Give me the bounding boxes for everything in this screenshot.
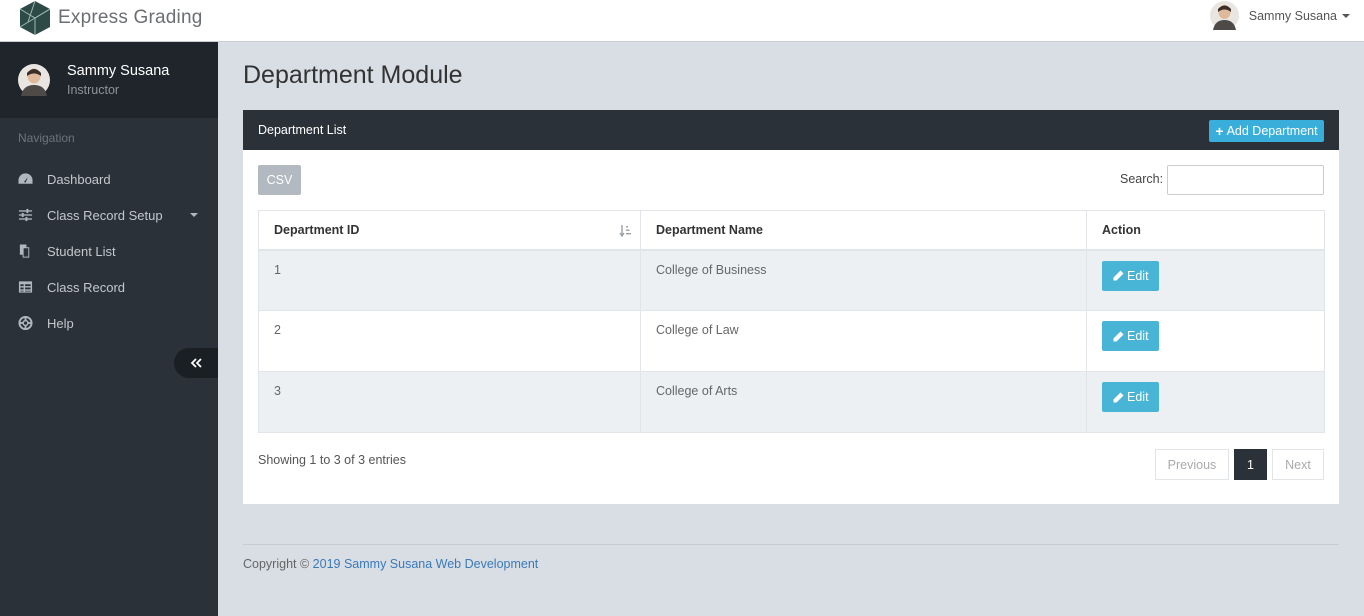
sidebar-item-dashboard[interactable]: Dashboard	[0, 161, 218, 197]
profile-role: Instructor	[67, 83, 120, 97]
copyright-text: Copyright ©	[243, 557, 310, 571]
sliders-icon	[18, 208, 33, 222]
add-department-label: Add Department	[1226, 124, 1318, 138]
department-table: Department ID Department Name Action 1 C…	[258, 210, 1325, 433]
user-avatar	[1209, 1, 1239, 30]
brand[interactable]: Express Grading	[18, 0, 203, 36]
user-name: Sammy Susana	[1248, 8, 1337, 23]
department-id-cell: 3	[258, 371, 641, 433]
sidebar-item-help[interactable]: Help	[0, 305, 218, 341]
table-row: 3 College of Arts Edit	[258, 371, 1325, 433]
sidebar: Sammy Susana Instructor Navigation Dashb…	[0, 42, 218, 616]
pencil-icon	[1113, 331, 1124, 341]
department-id-cell: 2	[258, 310, 641, 372]
add-department-button[interactable]: + Add Department	[1209, 120, 1324, 142]
pagination: Previous 1 Next	[1155, 449, 1324, 480]
nav-heading: Navigation	[18, 131, 75, 145]
sidebar-item-label: Dashboard	[47, 171, 111, 187]
copy-icon	[19, 244, 30, 258]
table-row: 2 College of Law Edit	[258, 310, 1325, 372]
department-name-cell: College of Arts	[640, 371, 1087, 433]
edit-button[interactable]: Edit	[1102, 260, 1159, 291]
chevron-down-icon	[1342, 13, 1350, 18]
next-page-button[interactable]: Next	[1272, 449, 1324, 480]
action-cell: Edit	[1086, 310, 1325, 372]
column-header-action[interactable]: Action	[1086, 210, 1325, 251]
plus-icon: +	[1215, 123, 1224, 139]
csv-export-button[interactable]: CSV	[258, 165, 301, 195]
pencil-icon	[1113, 270, 1124, 281]
dashboard-icon	[18, 173, 33, 184]
search-input[interactable]	[1167, 165, 1324, 195]
sort-ascending-icon	[619, 225, 631, 237]
department-panel: Department List + Add Department CSV Sea…	[243, 110, 1339, 504]
top-navbar: Express Grading Sammy Susana	[0, 0, 1364, 42]
department-id-cell: 1	[258, 249, 641, 311]
life-ring-icon	[18, 316, 33, 330]
sidebar-collapse-button[interactable]	[174, 348, 218, 378]
sidebar-item-class-record-setup[interactable]: Class Record Setup	[0, 197, 218, 233]
table-row: 1 College of Business Edit	[258, 249, 1325, 311]
table-header-row: Department ID Department Name Action	[258, 210, 1325, 251]
sidebar-item-student-list[interactable]: Student List	[0, 233, 218, 269]
action-cell: Edit	[1086, 249, 1325, 311]
user-menu[interactable]: Sammy Susana	[1209, 0, 1350, 31]
page-1-button[interactable]: 1	[1234, 449, 1267, 480]
search-label: Search:	[1120, 172, 1164, 186]
sidebar-item-label: Student List	[47, 243, 116, 259]
edit-button[interactable]: Edit	[1102, 321, 1159, 351]
table-info: Showing 1 to 3 of 3 entries	[258, 453, 407, 467]
column-header-department-id[interactable]: Department ID	[258, 210, 641, 251]
profile-avatar	[18, 64, 50, 96]
chevron-down-icon	[190, 213, 198, 217]
panel-title: Department List	[258, 123, 347, 137]
footer: Copyright © 2019 Sammy Susana Web Develo…	[243, 557, 538, 571]
logo-icon	[19, 0, 51, 35]
sidebar-item-label: Class Record	[47, 279, 126, 295]
double-chevron-left-icon	[190, 358, 202, 368]
department-name-cell: College of Law	[640, 310, 1087, 372]
department-name-cell: College of Business	[640, 249, 1087, 311]
action-cell: Edit	[1086, 371, 1325, 433]
sidebar-item-label: Class Record Setup	[47, 207, 163, 223]
previous-page-button[interactable]: Previous	[1155, 449, 1229, 480]
footer-divider	[243, 544, 1339, 545]
table-icon	[18, 281, 33, 293]
edit-button[interactable]: Edit	[1102, 382, 1159, 412]
page-title: Department Module	[243, 61, 463, 89]
sidebar-item-label: Help	[47, 315, 74, 331]
footer-link[interactable]: 2019 Sammy Susana Web Development	[313, 557, 539, 571]
sidebar-item-class-record[interactable]: Class Record	[0, 269, 218, 305]
profile-name: Sammy Susana	[67, 63, 170, 79]
panel-header: Department List + Add Department	[243, 110, 1339, 150]
pencil-icon	[1113, 392, 1124, 402]
column-header-department-name[interactable]: Department Name	[640, 210, 1087, 251]
sidebar-profile: Sammy Susana Instructor	[0, 42, 218, 118]
brand-name: Express Grading	[58, 7, 203, 28]
